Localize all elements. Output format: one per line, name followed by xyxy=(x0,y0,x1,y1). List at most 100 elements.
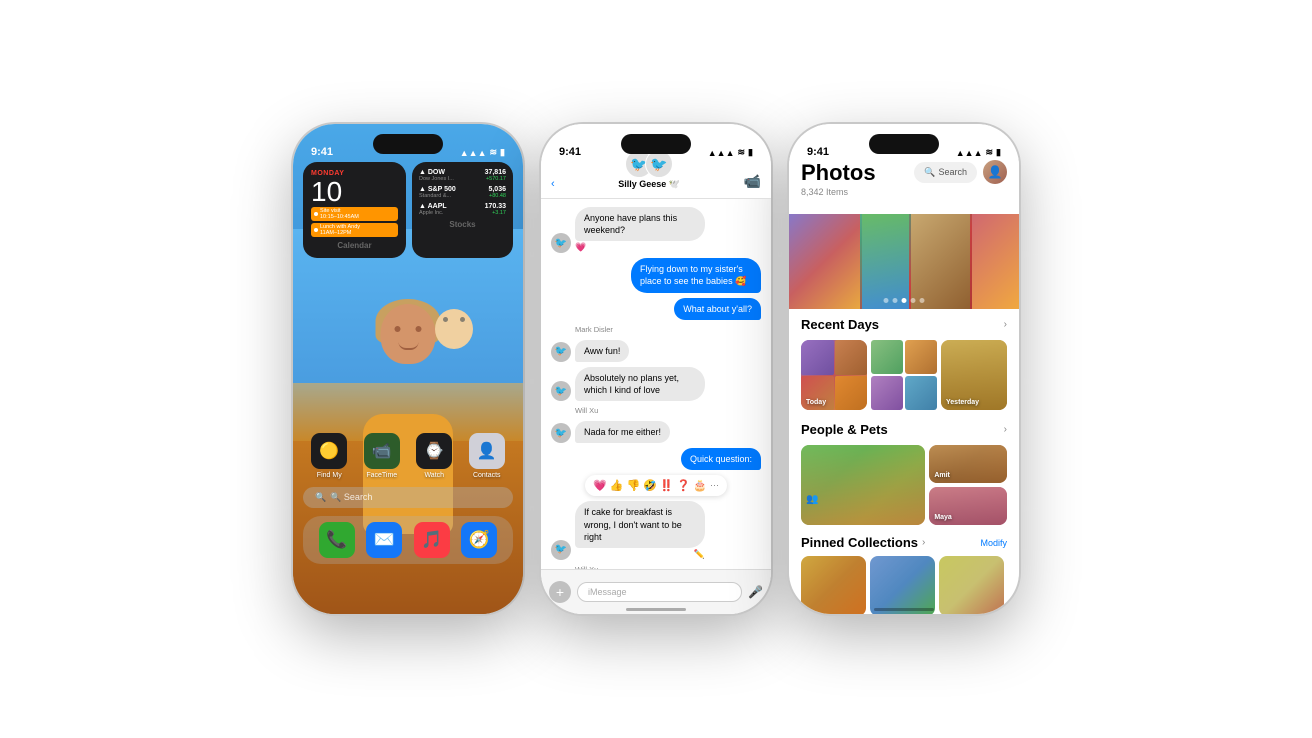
modify-button[interactable]: Modify xyxy=(980,538,1007,548)
facetime-icon: 📹 xyxy=(364,433,400,469)
cal-label: Calendar xyxy=(311,241,398,250)
spotlight-search[interactable]: 🔍 🔍 Search xyxy=(303,487,513,508)
stocks-label: Stocks xyxy=(419,220,506,229)
people-pets-chevron[interactable]: › xyxy=(1004,424,1007,435)
video-call-button[interactable]: 📹 xyxy=(744,173,761,190)
today-label: Today xyxy=(806,399,826,406)
yesterday-label: Yesterday xyxy=(946,399,979,406)
people-grid: 👥 Amit Maya xyxy=(801,445,1007,525)
facetime-label: FaceTime xyxy=(366,472,397,479)
stock-sp-sub: Standard &... xyxy=(419,193,456,199)
search-label-photos: Search xyxy=(938,167,967,177)
signal-icon: ▲▲▲ xyxy=(460,148,487,158)
photos-body: Recent Days › Today xyxy=(789,214,1019,614)
stock-row-sp: ▲ S&P 500 Standard &... 5,036 +80.48 xyxy=(419,186,506,199)
dock-area: 🟡 Find My 📹 FaceTime ⌚ Watch 👤 Contacts … xyxy=(303,433,513,564)
react-exclaim[interactable]: ‼️ xyxy=(660,479,674,492)
reaction-picker[interactable]: 💗 👍 👎 🤣 ‼️ ❓ 🎂 ⋯ xyxy=(585,475,727,496)
msg-bubble-6: Nada for me either! xyxy=(575,421,670,443)
dock-mail[interactable]: ✉️ xyxy=(366,522,402,558)
phone-notch-3 xyxy=(869,134,939,154)
cal-date: 10 xyxy=(311,178,398,206)
react-thumbsdown[interactable]: 👎 xyxy=(626,479,640,492)
react-laugh[interactable]: 🤣 xyxy=(643,479,657,492)
music-icon: 🎵 xyxy=(414,522,450,558)
react-cake[interactable]: 🎂 xyxy=(693,479,707,492)
mic-icon[interactable]: 🎤 xyxy=(748,585,763,599)
react-thumbsup[interactable]: 👍 xyxy=(610,479,624,492)
stock-row-aapl: ▲ AAPL Apple Inc. 170.33 +3.17 xyxy=(419,203,506,216)
app-watch[interactable]: ⌚ Watch xyxy=(416,433,452,479)
photos-search-button[interactable]: 🔍 Search xyxy=(914,162,977,183)
compass-icon: 🧭 xyxy=(461,522,497,558)
sender-label-will: Will Xu xyxy=(575,406,761,415)
msg-row-1: 🐦 Anyone have plans this weekend? 💗 xyxy=(551,207,761,253)
dot-2 xyxy=(893,298,898,303)
recent-multi[interactable] xyxy=(871,340,937,410)
react-question[interactable]: ❓ xyxy=(677,479,691,492)
dot-5 xyxy=(920,298,925,303)
app-row-1: 🟡 Find My 📹 FaceTime ⌚ Watch 👤 Contacts xyxy=(303,433,513,479)
msg-row-8: 🐦 If cake for breakfast is wrong, I don'… xyxy=(551,501,761,559)
stock-aapl-change: +3.17 xyxy=(485,210,506,216)
msg-bubble-5: Absolutely no plans yet, which I kind of… xyxy=(575,367,705,401)
group-icon: 👥 xyxy=(806,494,818,505)
recent-days-chevron[interactable]: › xyxy=(1004,319,1007,330)
status-time-home: 9:41 xyxy=(311,146,333,158)
recent-days-section: Recent Days › Today xyxy=(789,309,1019,414)
app-contacts[interactable]: 👤 Contacts xyxy=(469,433,505,479)
imessage-input[interactable]: iMessage xyxy=(577,582,742,602)
people-thumb-maya[interactable]: Maya xyxy=(929,487,1007,525)
mail-icon: ✉️ xyxy=(366,522,402,558)
app-facetime[interactable]: 📹 FaceTime xyxy=(364,433,400,479)
msg-row-4: 🐦 Aww fun! xyxy=(551,340,761,362)
sender-avatar-5: 🐦 xyxy=(551,540,571,560)
photos-title: Photos xyxy=(801,160,876,186)
phone-notch-2 xyxy=(621,134,691,154)
sender-avatar-1: 🐦 xyxy=(551,233,571,253)
watch-icon: ⌚ xyxy=(416,433,452,469)
search-icon-photos: 🔍 xyxy=(924,167,935,178)
react-heart[interactable]: 💗 xyxy=(593,479,607,492)
recent-yesterday[interactable]: Yesterday xyxy=(941,340,1007,410)
calendar-widget[interactable]: MONDAY 10 Site visit10:15–10:45AM Lunch … xyxy=(303,162,406,258)
stock-sp-val: 5,036 xyxy=(488,186,506,193)
stock-aapl-val: 170.33 xyxy=(485,203,506,210)
sender-avatar-3: 🐦 xyxy=(551,381,571,401)
phone-messages: 9:41 ▲▲▲ ≋ ▮ ‹ 🐦 🐦 Silly Geese 🕊️ 📹 xyxy=(541,124,771,614)
signal-icon-2: ▲▲▲ xyxy=(708,148,735,158)
dock-phone[interactable]: 📞 xyxy=(319,522,355,558)
people-thumb-amit[interactable]: Amit xyxy=(929,445,1007,483)
pinned-item-3[interactable] xyxy=(939,556,1004,614)
battery-icon-3: ▮ xyxy=(996,147,1001,158)
photos-user-avatar[interactable]: 👤 xyxy=(983,160,1007,184)
dock-compass[interactable]: 🧭 xyxy=(461,522,497,558)
pinned-chevron[interactable]: › xyxy=(922,537,925,548)
stock-sp-change: +80.48 xyxy=(488,193,506,199)
stock-dow-name: ▲ DOW xyxy=(419,169,454,176)
people-thumb-group[interactable]: 👥 xyxy=(801,445,925,525)
react-more[interactable]: ⋯ xyxy=(710,480,719,491)
stock-sp-name: ▲ S&P 500 xyxy=(419,186,456,193)
messages-screen: 9:41 ▲▲▲ ≋ ▮ ‹ 🐦 🐦 Silly Geese 🕊️ 📹 xyxy=(541,124,771,614)
pinned-item-2[interactable] xyxy=(870,556,935,614)
msg-row-2: Flying down to my sister's place to see … xyxy=(551,258,761,292)
status-time-photos: 9:41 xyxy=(807,146,829,158)
homescreen-screen: 9:41 ▲▲▲ ≋ ▮ MONDAY 10 Site visit10:15–1… xyxy=(293,124,523,614)
msg-bubble-4: Aww fun! xyxy=(575,340,629,362)
stocks-widget[interactable]: ▲ DOW Dow Jones I... 37,816 +570.17 ▲ S&… xyxy=(412,162,513,258)
contacts-label: Contacts xyxy=(473,472,501,479)
wifi-icon: ≋ xyxy=(490,147,498,158)
compose-plus-button[interactable]: + xyxy=(549,581,571,603)
home-indicator-3 xyxy=(874,608,934,611)
dock-bar: 📞 ✉️ 🎵 🧭 xyxy=(303,516,513,564)
msg-bubble-8: If cake for breakfast is wrong, I don't … xyxy=(575,501,705,547)
dock-music[interactable]: 🎵 xyxy=(414,522,450,558)
app-find-my[interactable]: 🟡 Find My xyxy=(311,433,347,479)
stock-dow-change: +570.17 xyxy=(485,176,506,182)
stock-aapl-name: ▲ AAPL xyxy=(419,203,447,210)
pinned-item-1[interactable] xyxy=(801,556,866,614)
recent-today[interactable]: Today xyxy=(801,340,867,410)
status-time-messages: 9:41 xyxy=(559,146,581,158)
contacts-icon: 👤 xyxy=(469,433,505,469)
